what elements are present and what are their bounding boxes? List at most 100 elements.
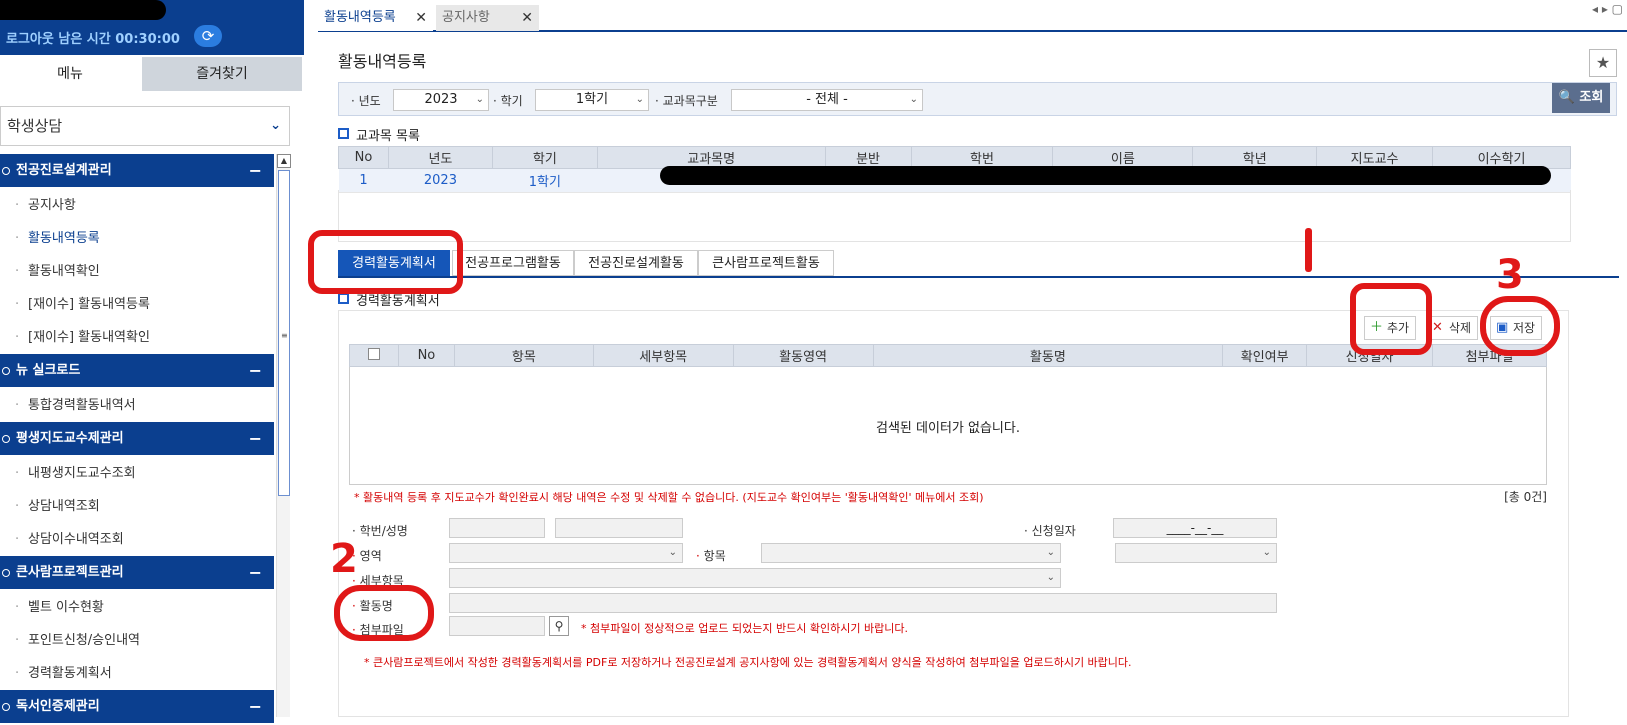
- collapse-icon: −: [248, 697, 262, 716]
- subject-table-body-area: [338, 190, 1571, 242]
- menu-item-counsel-history[interactable]: 상담내역조회: [0, 490, 274, 523]
- close-icon[interactable]: ✕: [415, 5, 427, 31]
- collapse-icon: −: [248, 361, 262, 380]
- tab-bigperson-project[interactable]: 큰사람프로젝트활동: [698, 250, 834, 276]
- chevron-down-icon: ⌄: [475, 94, 484, 105]
- menu-group-silkroad[interactable]: 뉴 실크로드 −: [0, 354, 274, 387]
- year-select[interactable]: 2023 ⌄: [393, 89, 489, 111]
- student-name-field[interactable]: [555, 518, 683, 538]
- menu-item-retake-check[interactable]: [재이수] 활동내역확인: [0, 321, 274, 354]
- col-confirmed[interactable]: 확인여부: [1222, 344, 1308, 367]
- item-select[interactable]: ⌄: [761, 543, 1061, 563]
- section-square-icon: [338, 293, 349, 304]
- menu-group-career-design[interactable]: 전공진로설계관리 −: [0, 154, 274, 187]
- activity-table-body: 검색된 데이터가 없습니다.: [349, 367, 1547, 485]
- category-filter-value: - 전체 -: [806, 92, 848, 107]
- collapse-icon: −: [248, 563, 262, 582]
- tab-activity-register[interactable]: 활동내역등록 ✕: [318, 5, 433, 31]
- col-activity-area[interactable]: 활동영역: [732, 344, 874, 367]
- search-button[interactable]: 🔍 조회: [1552, 83, 1610, 113]
- detail-item-select[interactable]: ⌄: [449, 568, 1061, 588]
- annotation-circle-attachment: [334, 585, 434, 641]
- tab-major-program[interactable]: 전공프로그램활동: [452, 250, 574, 276]
- menu-item-counsel-completion[interactable]: 상담이수내역조회: [0, 523, 274, 556]
- scroll-up-arrow-icon[interactable]: ▲: [277, 154, 291, 168]
- chevron-down-icon: ⌄: [635, 94, 644, 105]
- col-no[interactable]: No: [338, 146, 389, 169]
- file-search-button[interactable]: ⚲: [549, 616, 569, 636]
- menu-item-belt-status[interactable]: 벨트 이수현황: [0, 591, 274, 624]
- menu-item-point-request[interactable]: 포인트신청/승인내역: [0, 624, 274, 657]
- window-controls[interactable]: ◂ ▸ ▢: [1592, 2, 1623, 16]
- annotation-circle-save: [1480, 296, 1560, 356]
- student-id-field[interactable]: [449, 518, 545, 538]
- area-select[interactable]: ⌄: [449, 543, 683, 563]
- select-all-checkbox[interactable]: [367, 347, 380, 360]
- annotation-number-1: [1305, 228, 1312, 272]
- menu-group-reading-cert[interactable]: 독서인증제관리 −: [0, 690, 274, 723]
- menu-item-career-plan[interactable]: 경력활동계획서: [0, 657, 274, 690]
- menu-item-my-advisor[interactable]: 내평생지도교수조회: [0, 457, 274, 490]
- redaction-mark: [0, 0, 166, 20]
- request-date-field[interactable]: ____-__-__: [1113, 518, 1277, 538]
- delete-label: 삭제: [1449, 321, 1472, 335]
- activity-name-field[interactable]: [449, 593, 1277, 613]
- col-semester[interactable]: 학기: [491, 146, 598, 169]
- tab-notice[interactable]: 공지사항 ✕: [436, 5, 539, 31]
- notice-attachment-guide: * 큰사람프로젝트에서 작성한 경력활동계획서를 PDF로 저장하거나 전공진로…: [364, 656, 1132, 669]
- menu-item-notice[interactable]: 공지사항: [0, 189, 274, 222]
- page-title: 활동내역등록: [338, 52, 427, 71]
- menu-group-bigperson-project[interactable]: 큰사람프로젝트관리 −: [0, 556, 274, 589]
- search-icon: ⚲: [554, 619, 564, 633]
- year-value: 2023: [424, 92, 458, 107]
- year-label: · 년도: [351, 94, 381, 108]
- sidebar-scrollbar[interactable]: ▲ ≡: [276, 154, 291, 717]
- extra-select[interactable]: ⌄: [1115, 543, 1277, 563]
- student-label: · 학번/성명: [352, 524, 408, 538]
- chevron-down-icon: ⌄: [909, 94, 918, 105]
- menu-item-activity-check[interactable]: 활동내역확인: [0, 255, 274, 288]
- sidebar-tab-favorites[interactable]: 즐겨찾기: [142, 57, 302, 91]
- refresh-icon: ⟳: [201, 27, 215, 45]
- col-detail-item[interactable]: 세부항목: [592, 344, 734, 367]
- chevron-down-icon: ⌄: [668, 547, 677, 558]
- menu-item-retake-register[interactable]: [재이수] 활동내역등록: [0, 288, 274, 321]
- category-label: · 교과목구분: [655, 94, 718, 108]
- session-bar: 로그아웃 남은 시간 00:30:00 ⟳: [0, 0, 304, 55]
- menu-group-title: 평생지도교수제관리: [16, 431, 124, 446]
- menu-group-lifelong-advisor[interactable]: 평생지도교수제관리 −: [0, 422, 274, 455]
- close-icon[interactable]: ✕: [521, 5, 533, 31]
- favorite-star-button[interactable]: ★: [1589, 49, 1617, 77]
- attachment-field[interactable]: [449, 616, 545, 636]
- semester-select[interactable]: 1학기 ⌄: [535, 89, 649, 111]
- annotation-circle-add: [1350, 283, 1432, 355]
- scroll-thumb[interactable]: ≡: [278, 170, 290, 496]
- sidebar: 로그아웃 남은 시간 00:30:00 ⟳ 메뉴 즐겨찾기 학생상담 ⌄ 전공진…: [0, 0, 304, 723]
- semester-label: · 학기: [493, 94, 523, 108]
- menu-list: 전공진로설계관리 − 공지사항 활동내역등록 활동내역확인 [재이수] 활동내역등…: [0, 154, 274, 725]
- refresh-session-button[interactable]: ⟳: [194, 25, 222, 47]
- page-tabstrip: 활동내역등록 ✕ 공지사항 ✕ ◂ ▸ ▢: [318, 0, 1627, 32]
- semester-value: 1학기: [575, 92, 609, 107]
- category-select[interactable]: 학생상담 ⌄: [0, 106, 290, 146]
- category-filter-select[interactable]: - 전체 - ⌄: [731, 89, 923, 111]
- menu-group-title: 큰사람프로젝트관리: [16, 565, 124, 580]
- col-checkbox[interactable]: [349, 344, 399, 367]
- col-year[interactable]: 년도: [387, 146, 493, 169]
- logout-timer: 로그아웃 남은 시간 00:30:00: [6, 32, 180, 47]
- notice-confirm-lock: * 활동내역 등록 후 지도교수가 확인완료시 해당 내역은 수정 및 삭제할 …: [354, 491, 984, 504]
- menu-item-activity-register[interactable]: 활동내역등록: [0, 222, 274, 255]
- star-icon: ★: [1595, 53, 1611, 72]
- sidebar-tab-menu[interactable]: 메뉴: [0, 57, 140, 91]
- delete-button[interactable]: ✕ 삭제: [1426, 316, 1479, 340]
- request-date-label: · 신청일자: [1024, 524, 1076, 538]
- menu-item-integrated-career[interactable]: 통합경력활동내역서: [0, 389, 274, 422]
- col-no[interactable]: No: [397, 344, 455, 367]
- tab-career-design[interactable]: 전공진로설계활동: [574, 250, 698, 276]
- collapse-icon: −: [248, 161, 262, 180]
- subject-section-title: 교과목 목록: [338, 125, 420, 144]
- empty-message: 검색된 데이터가 없습니다.: [876, 421, 1020, 436]
- search-label: 조회: [1579, 90, 1604, 105]
- col-item[interactable]: 항목: [453, 344, 594, 367]
- col-activity-name[interactable]: 활동명: [872, 344, 1224, 367]
